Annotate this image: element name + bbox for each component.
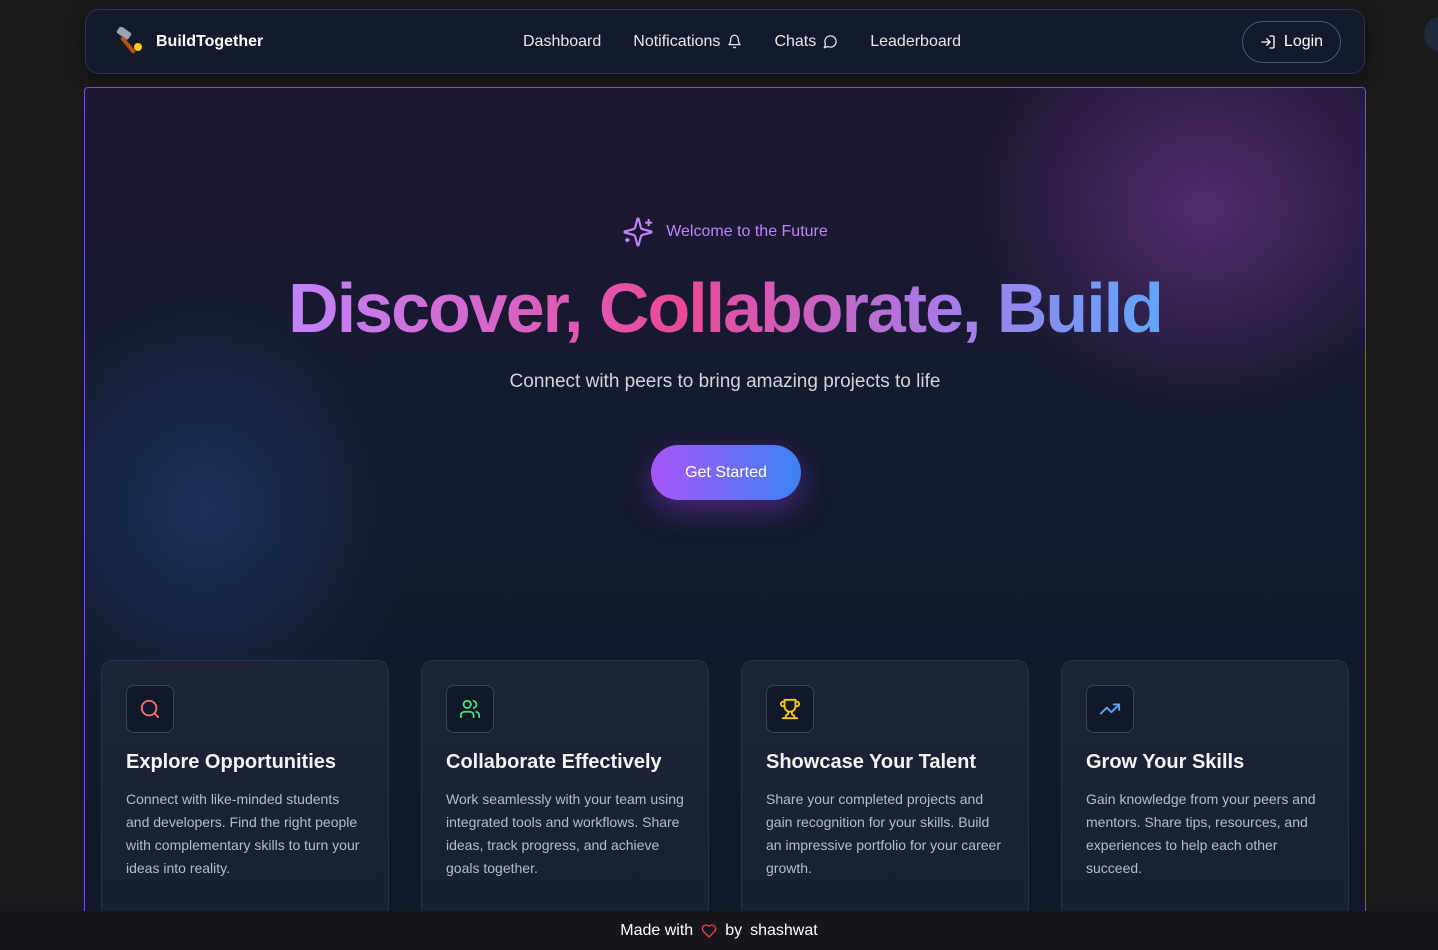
feature-cards: Explore Opportunities Connect with like-… bbox=[101, 660, 1349, 920]
trophy-icon bbox=[779, 698, 801, 720]
footer-suffix: by bbox=[725, 921, 743, 939]
feature-title: Grow Your Skills bbox=[1086, 751, 1245, 773]
welcome-badge: Welcome to the Future bbox=[85, 216, 1365, 248]
feature-title: Showcase Your Talent bbox=[766, 751, 977, 773]
hero-subtitle: Connect with peers to bring amazing proj… bbox=[509, 371, 941, 392]
nav-link-label: Leaderboard bbox=[870, 32, 961, 50]
feature-icon-box bbox=[1086, 685, 1134, 733]
trending-up-icon bbox=[1099, 703, 1121, 715]
feature-text: Gain knowledge from your peers and mento… bbox=[1086, 791, 1316, 876]
nav-links: Dashboard Notifications Chats Leaderboar… bbox=[523, 10, 961, 73]
heart-icon bbox=[701, 923, 717, 938]
chat-bubble-icon bbox=[823, 35, 837, 49]
bell-icon bbox=[728, 34, 742, 49]
nav-link-notifications[interactable]: Notifications bbox=[633, 33, 742, 51]
login-arrow-icon bbox=[1261, 35, 1275, 49]
hero-headline: Discover, Collaborate, Build bbox=[85, 268, 1365, 348]
nav-link-label: Dashboard bbox=[523, 32, 602, 50]
login-button[interactable]: Login bbox=[1242, 21, 1341, 63]
nav-link-leaderboard[interactable]: Leaderboard bbox=[870, 33, 961, 51]
feature-card-explore: Explore Opportunities Connect with like-… bbox=[101, 660, 389, 920]
feature-text: Share your completed projects and gain r… bbox=[766, 791, 1001, 876]
users-icon bbox=[459, 699, 481, 719]
feature-title: Explore Opportunities bbox=[126, 751, 337, 773]
feature-icon-box bbox=[126, 685, 174, 733]
feature-card-showcase: Showcase Your Talent Share your complete… bbox=[741, 660, 1029, 920]
search-icon bbox=[140, 699, 160, 719]
feature-text: Connect with like-minded students and de… bbox=[126, 791, 360, 876]
brand-link[interactable]: BuildTogether bbox=[114, 26, 264, 57]
login-label: Login bbox=[1283, 33, 1324, 50]
sparkles-icon bbox=[623, 217, 653, 247]
hero-headline-text: Discover, Collaborate, Build bbox=[288, 269, 1164, 347]
feature-icon-box bbox=[446, 685, 494, 733]
nav-link-label: Notifications bbox=[633, 32, 721, 50]
footer-prefix: Made with bbox=[620, 921, 694, 939]
hammer-icon bbox=[116, 26, 142, 53]
welcome-text: Welcome to the Future bbox=[666, 223, 828, 240]
avatar[interactable] bbox=[1424, 17, 1438, 51]
nav-link-chats[interactable]: Chats bbox=[774, 33, 838, 51]
feature-card-collaborate: Collaborate Effectively Work seamlessly … bbox=[421, 660, 709, 920]
navbar: BuildTogether Dashboard Notifications Ch… bbox=[85, 9, 1365, 74]
nav-link-label: Chats bbox=[774, 32, 817, 50]
feature-text: Work seamlessly with your team using int… bbox=[446, 791, 684, 876]
feature-icon-box bbox=[766, 685, 814, 733]
feature-card-grow: Grow Your Skills Gain knowledge from you… bbox=[1061, 660, 1349, 920]
get-started-button[interactable]: Get Started bbox=[651, 445, 801, 500]
hero-section: Welcome to the Future Discover, Collabor… bbox=[84, 87, 1366, 950]
nav-link-dashboard[interactable]: Dashboard bbox=[523, 33, 601, 51]
feature-title: Collaborate Effectively bbox=[446, 751, 662, 773]
footer: Made with by shashwat bbox=[0, 911, 1438, 950]
footer-author: shashwat bbox=[750, 921, 818, 939]
brand-name: BuildTogether bbox=[156, 32, 264, 50]
